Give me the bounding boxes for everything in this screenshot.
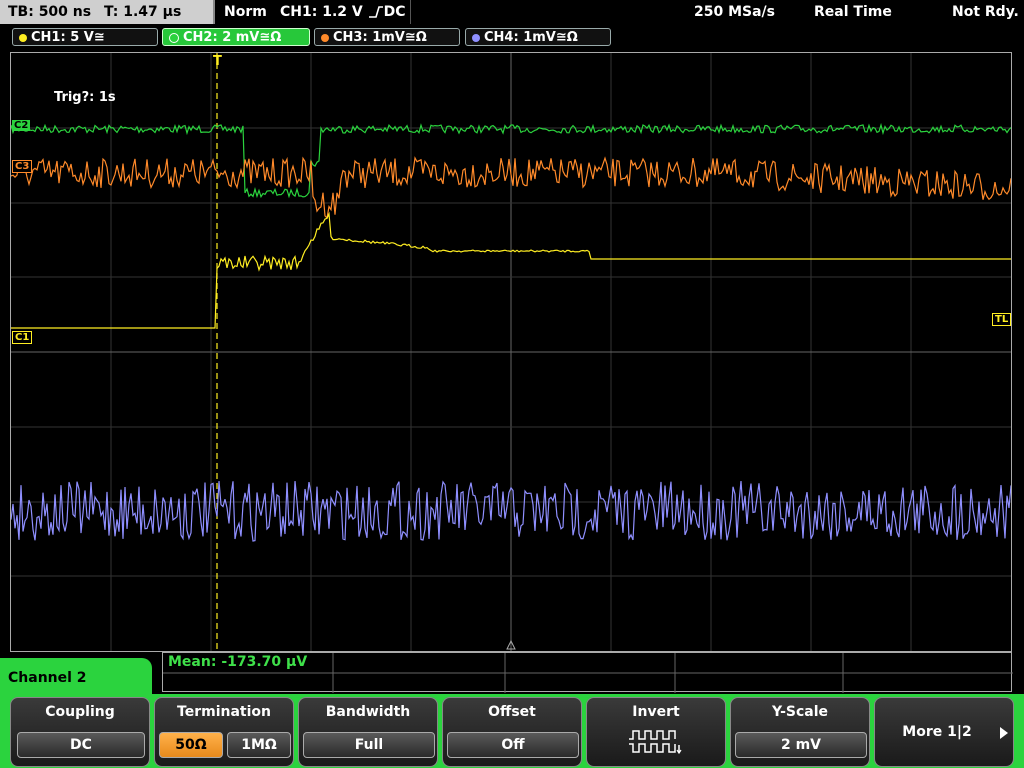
yscale-value[interactable]: 2 mV (735, 732, 867, 758)
invert-waveform-icon (629, 730, 682, 755)
trigger-position-marker[interactable]: T (213, 54, 222, 69)
rising-edge-icon (368, 6, 383, 18)
bandwidth-softkey[interactable]: Bandwidth Full (298, 697, 438, 767)
waveform-display[interactable] (10, 52, 1012, 652)
menu-channel-title: Channel 2 (8, 670, 87, 686)
invert-softkey[interactable]: Invert (586, 697, 726, 767)
termination-title: Termination (177, 704, 271, 720)
coupling-title: Coupling (45, 704, 115, 720)
ch1-ground-marker[interactable]: C1 (12, 331, 33, 344)
status-divider (410, 0, 411, 24)
more-softkey[interactable]: More 1|2 (874, 697, 1014, 767)
tab-ch1[interactable]: CH1: 5 V≅ (12, 28, 158, 46)
trigger-coupling: DC (383, 4, 406, 20)
more-label: More 1|2 (902, 724, 972, 740)
timebase-box[interactable]: TB: 500 ns T: 1.47 µs (0, 0, 215, 24)
yscale-softkey[interactable]: Y-Scale 2 mV (730, 697, 870, 767)
offset-title: Offset (488, 704, 536, 720)
tab-ch2[interactable]: CH2: 2 mV≅Ω (162, 28, 310, 46)
sample-rate: 250 MSa/s (694, 4, 776, 20)
mean-measurement: Mean: -173.70 µV (168, 654, 308, 670)
ch3-color-icon (321, 33, 329, 42)
acquisition-mode: Real Time (814, 4, 892, 20)
yscale-title: Y-Scale (771, 704, 828, 720)
bandwidth-title: Bandwidth (325, 704, 411, 720)
timebase-value: TB: 500 ns (8, 4, 92, 20)
ch2-color-icon (169, 32, 179, 43)
ch4-color-icon (472, 33, 480, 42)
trigger-mode[interactable]: Norm (224, 0, 267, 24)
invert-title: Invert (632, 704, 680, 720)
bandwidth-value[interactable]: Full (303, 732, 435, 758)
trigger-time-value: T: 1.47 µs (103, 4, 182, 20)
termination-50-ohm[interactable]: 50Ω (159, 732, 223, 758)
offset-softkey[interactable]: Offset Off (442, 697, 582, 767)
trigger-setting[interactable]: CH1: 1.2 V DC (280, 0, 406, 24)
tab-ch2-label: CH2: 2 mV≅Ω (183, 30, 282, 45)
tab-ch3[interactable]: CH3: 1mV≅Ω (314, 28, 460, 46)
tab-ch3-label: CH3: 1mV≅Ω (333, 30, 427, 45)
tab-ch1-label: CH1: 5 V≅ (31, 30, 105, 45)
waveform-canvas (11, 53, 1011, 651)
offset-value[interactable]: Off (447, 732, 579, 758)
trigger-level-marker[interactable]: TL (992, 313, 1012, 326)
ch1-color-icon (19, 33, 27, 42)
termination-1m-ohm[interactable]: 1MΩ (227, 732, 291, 758)
ch2-ground-marker[interactable]: C2 (12, 120, 31, 131)
coupling-softkey[interactable]: Coupling DC (10, 697, 150, 767)
coupling-value[interactable]: DC (17, 732, 145, 758)
ch3-ground-marker[interactable]: C3 (12, 160, 33, 173)
tab-ch4[interactable]: CH4: 1mV≅Ω (465, 28, 611, 46)
trigger-annotation: Trig?: 1s (54, 90, 116, 105)
menu-channel-label: Channel 2 (0, 658, 152, 698)
next-page-icon (1000, 727, 1008, 739)
trigger-level: CH1: 1.2 V (280, 4, 363, 20)
ready-state: Not Rdy. (952, 4, 1019, 20)
termination-softkey[interactable]: Termination 50Ω 1MΩ (154, 697, 294, 767)
tab-ch4-label: CH4: 1mV≅Ω (484, 30, 578, 45)
